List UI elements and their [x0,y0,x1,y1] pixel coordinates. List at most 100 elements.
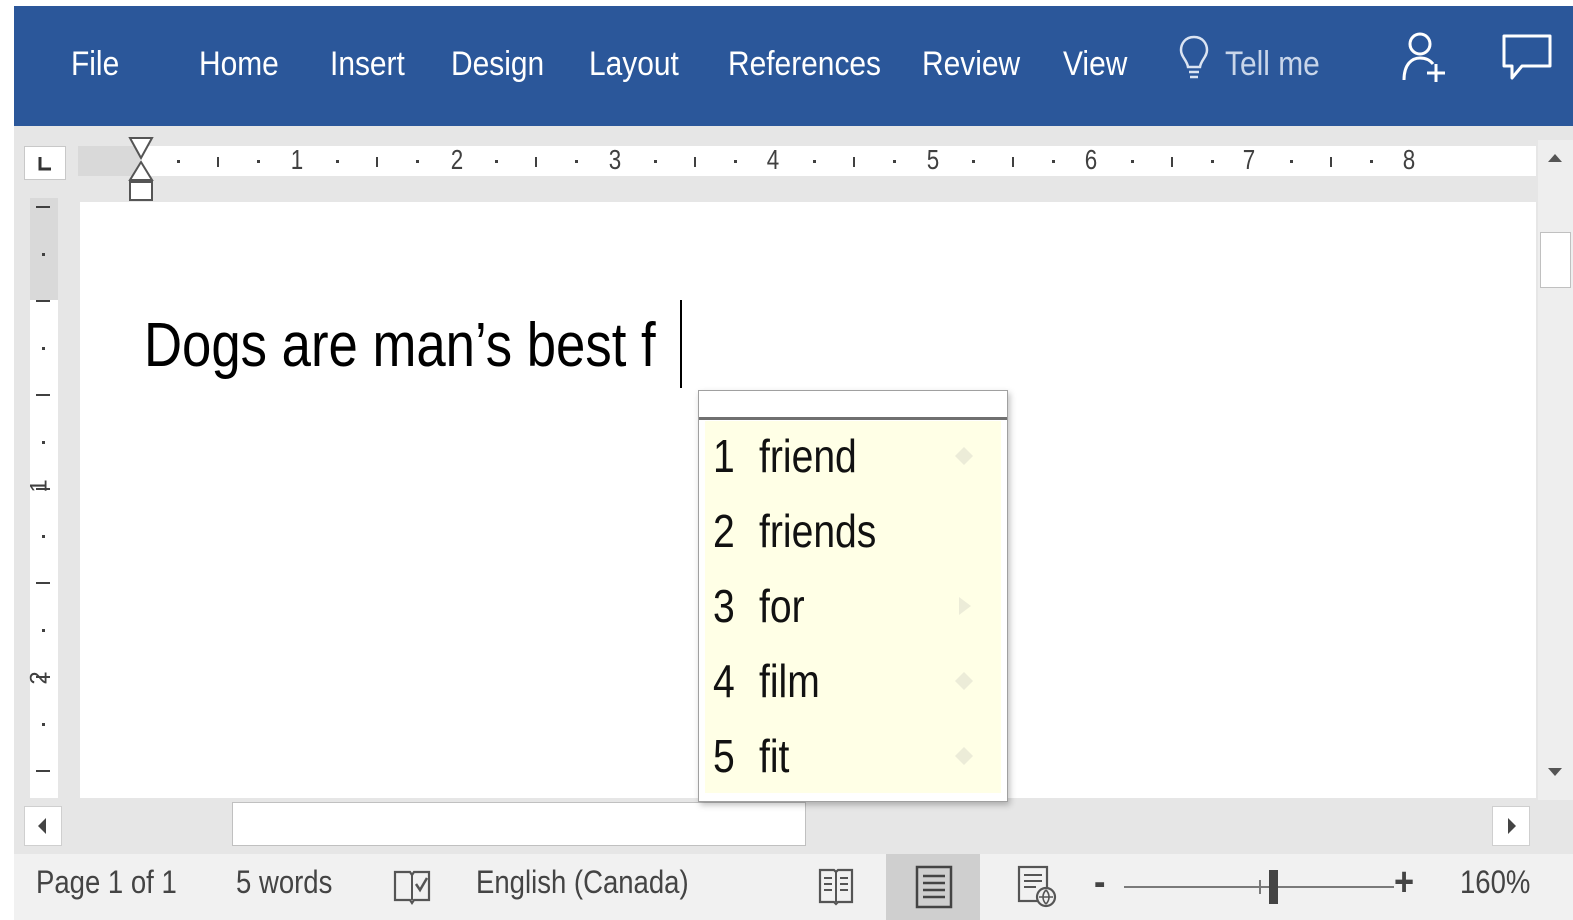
suggestion-number: 1 [713,430,735,482]
ruler-tick [1052,160,1055,163]
ruler-tick [972,160,975,163]
suggestion-word: fit [759,730,790,782]
ruler-tick [42,629,45,632]
ruler-tick [36,676,50,678]
ruler-number: 2 [450,144,464,175]
ruler-number: 4 [766,144,780,175]
indent-marker[interactable] [128,136,154,202]
ruler-tick [734,160,737,163]
tab-review[interactable]: Review [922,40,1020,88]
print-layout-button[interactable] [886,854,980,920]
web-layout-icon[interactable] [1016,864,1058,910]
ruler-number: 5 [926,144,940,175]
ruler-number: 1 [25,479,53,493]
ruler-tick [42,723,45,726]
ruler-number: 6 [1084,144,1098,175]
popup-header [699,391,1007,420]
suggestion-number: 3 [713,580,735,632]
language-status[interactable]: English (Canada) [476,864,689,901]
left-tab-icon [38,157,51,171]
ruler-number: 3 [608,144,622,175]
tab-layout[interactable]: Layout [589,40,679,88]
tab-stop-selector[interactable] [24,146,66,180]
vertical-scroll-thumb[interactable] [1540,232,1571,288]
word-prediction-popup[interactable]: 1 friend 2 friends 3 for 4 film 5 fit [698,390,1008,802]
ruler-tick [575,160,578,163]
suggestion-word: for [759,580,805,632]
text-caret [680,300,682,388]
share-icon[interactable] [1400,30,1450,86]
zoom-in-button[interactable]: + [1394,860,1414,905]
ruler-tick [654,160,657,163]
proofing-book-icon[interactable] [392,866,432,906]
tab-file[interactable]: File [71,40,119,88]
suggestion-item[interactable]: 2 friends [705,496,1001,570]
zoom-slider-thumb[interactable] [1268,870,1278,904]
suggestion-word: film [759,655,820,707]
horizontal-scroll-thumb[interactable] [232,802,806,846]
ruler-tick [893,160,896,163]
tell-me-search[interactable]: Tell me [1225,40,1320,88]
zoom-out-button[interactable]: - [1094,860,1105,905]
horizontal-ruler[interactable]: 1 2 3 4 5 6 7 8 [78,144,1536,176]
ruler-number: 7 [1242,144,1256,175]
diamond-icon [955,747,973,765]
document-text[interactable]: Dogs are man’s best f [144,310,656,381]
ruler-tick [36,582,50,584]
tab-view[interactable]: View [1063,40,1127,88]
ruler-tick [1131,160,1134,163]
vertical-scrollbar[interactable] [1538,140,1573,800]
ruler-tick [376,157,378,167]
lightbulb-icon[interactable] [1177,34,1211,84]
ruler-tick [36,394,50,396]
status-bar: Page 1 of 1 5 words English (Canada) - +… [14,854,1573,920]
scroll-up-arrow-icon[interactable] [1538,140,1573,180]
zoom-slider[interactable] [1124,880,1394,894]
suggestion-item[interactable]: 3 for [705,571,1001,645]
ruler-tick [42,253,45,256]
ruler-tick [36,300,50,302]
comment-icon[interactable] [1500,32,1554,84]
ruler-tick [42,441,45,444]
diamond-icon [955,447,973,465]
zoom-level[interactable]: 160% [1460,864,1530,901]
ruler-number: 2 [25,671,53,685]
ruler-number: 8 [1402,144,1416,175]
ruler-tick [416,160,419,163]
page-count-status[interactable]: Page 1 of 1 [36,864,177,901]
print-layout-icon [915,865,953,909]
horizontal-scrollbar[interactable] [14,800,1538,852]
suggestion-number: 4 [713,655,735,707]
suggestion-item[interactable]: 4 film [705,646,1001,720]
ruler-tick [813,160,816,163]
scroll-down-arrow-icon[interactable] [1538,750,1573,790]
ruler-tick [336,160,339,163]
suggestion-number: 5 [713,730,735,782]
tab-design[interactable]: Design [451,40,544,88]
scroll-left-button[interactable] [24,806,62,846]
ruler-tick [535,157,537,167]
ruler-tick [853,157,855,167]
scroll-right-button[interactable] [1492,806,1530,846]
ruler-tick [1370,160,1373,163]
tab-insert[interactable]: Insert [330,40,405,88]
diamond-icon [955,672,973,690]
scroll-left-arrow-icon [38,818,46,834]
tab-references[interactable]: References [728,40,881,88]
vertical-ruler[interactable]: 1 2 [26,198,58,798]
submenu-arrow-icon [959,597,971,615]
suggestion-item[interactable]: 1 friend [705,421,1001,495]
suggestion-item[interactable]: 5 fit [705,721,1001,795]
ruler-tick [1012,157,1014,167]
word-count-status[interactable]: 5 words [236,864,332,901]
read-mode-icon[interactable] [816,864,856,908]
scroll-right-arrow-icon [1508,818,1516,834]
zoom-center-tick [1259,880,1261,894]
ruler-tick [1330,157,1332,167]
suggestion-list: 1 friend 2 friends 3 for 4 film 5 fit [705,421,1001,793]
ruler-tick [36,488,50,490]
ruler-tick [36,770,50,772]
tab-home[interactable]: Home [199,40,279,88]
ribbon-tab-bar: File Home Insert Design Layout Reference… [14,6,1573,126]
ruler-tick [1290,160,1293,163]
